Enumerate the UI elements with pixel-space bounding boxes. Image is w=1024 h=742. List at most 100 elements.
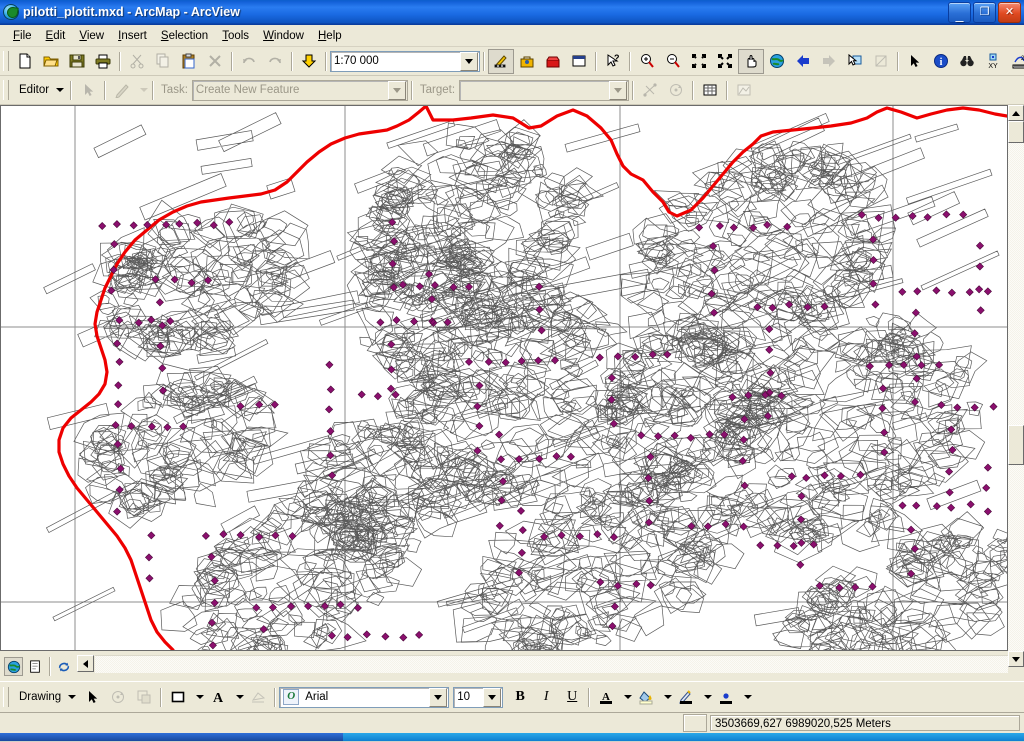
status-bar: 3503669,627 6989020,525 Meters bbox=[0, 712, 1024, 733]
marker-color-dropdown-button[interactable] bbox=[739, 685, 753, 710]
measure-icon[interactable]: 2 bbox=[1006, 49, 1024, 74]
menu-item-view[interactable]: View bbox=[72, 27, 111, 45]
rotate-element-icon[interactable] bbox=[105, 685, 131, 710]
task-combo[interactable]: Create New Feature bbox=[191, 79, 408, 101]
map-scale-combo[interactable]: 1:70 000 bbox=[330, 50, 480, 72]
bold-button[interactable]: B bbox=[507, 685, 533, 710]
menu-item-file[interactable]: File bbox=[6, 27, 39, 45]
zoom-out-icon[interactable] bbox=[660, 49, 686, 74]
print-icon[interactable] bbox=[90, 49, 116, 74]
back-extent-icon[interactable] bbox=[790, 49, 816, 74]
font-family-dropdown-button[interactable] bbox=[429, 687, 448, 707]
zoom-in-icon[interactable] bbox=[634, 49, 660, 74]
menu-item-tools[interactable]: Tools bbox=[215, 27, 256, 45]
font-family-combo[interactable]: O Arial bbox=[279, 686, 450, 708]
arctoolbox-icon[interactable] bbox=[514, 49, 540, 74]
layout-view-button[interactable] bbox=[25, 657, 44, 676]
fill-color-button[interactable] bbox=[633, 685, 659, 710]
data-frame[interactable] bbox=[0, 105, 1008, 651]
new-document-icon[interactable] bbox=[12, 49, 38, 74]
toolbar-grip[interactable] bbox=[3, 687, 9, 707]
map-scale-dropdown-button[interactable] bbox=[460, 51, 478, 71]
menu-item-selection[interactable]: Selection bbox=[154, 27, 215, 45]
sketch-tool-dropdown-button[interactable] bbox=[135, 78, 149, 103]
new-text-dropdown-button[interactable] bbox=[231, 685, 245, 710]
identify-icon[interactable]: i bbox=[928, 49, 954, 74]
drawing-menu-label: Drawing bbox=[19, 691, 62, 703]
line-color-dropdown-button[interactable] bbox=[699, 685, 713, 710]
open-folder-icon[interactable] bbox=[38, 49, 64, 74]
add-data-icon[interactable] bbox=[296, 49, 322, 74]
map-vertical-scrollbar[interactable] bbox=[1008, 105, 1024, 667]
vscroll-down-button[interactable] bbox=[1008, 651, 1024, 667]
fixed-zoom-in-icon[interactable] bbox=[686, 49, 712, 74]
forward-extent-icon[interactable] bbox=[816, 49, 842, 74]
redo-arrow-icon[interactable] bbox=[262, 49, 288, 74]
menu-item-insert[interactable]: Insert bbox=[111, 27, 154, 45]
font-color-button[interactable]: A bbox=[593, 685, 619, 710]
drawing-menu-button[interactable]: Drawing bbox=[12, 689, 79, 705]
find-binoculars-icon[interactable] bbox=[954, 49, 980, 74]
new-text-icon[interactable]: A bbox=[205, 685, 231, 710]
target-dropdown-button[interactable] bbox=[609, 80, 628, 100]
select-features-icon[interactable] bbox=[842, 49, 868, 74]
select-elements-icon[interactable] bbox=[902, 49, 928, 74]
font-size-combo[interactable]: 10 bbox=[453, 686, 504, 708]
full-extent-globe-icon[interactable] bbox=[764, 49, 790, 74]
group-elements-icon[interactable] bbox=[131, 685, 157, 710]
whats-this-help-icon[interactable]: ? bbox=[600, 49, 626, 74]
command-line-icon[interactable] bbox=[566, 49, 592, 74]
underline-button[interactable]: U bbox=[559, 685, 585, 710]
save-disk-icon[interactable] bbox=[64, 49, 90, 74]
split-tool-icon[interactable] bbox=[637, 78, 663, 103]
menu-item-help[interactable]: Help bbox=[311, 27, 349, 45]
data-view-button[interactable] bbox=[4, 657, 23, 676]
vscroll-up-button[interactable] bbox=[1008, 105, 1024, 121]
vscroll-track[interactable] bbox=[1008, 121, 1024, 651]
vscroll-thumb-top[interactable] bbox=[1008, 121, 1024, 143]
sketch-pencil-icon[interactable] bbox=[109, 78, 135, 103]
sketch-properties-icon[interactable] bbox=[731, 78, 757, 103]
fill-color-dropdown-button[interactable] bbox=[659, 685, 673, 710]
rotate-tool-icon[interactable] bbox=[663, 78, 689, 103]
delete-x-icon[interactable] bbox=[202, 49, 228, 74]
font-color-dropdown-button[interactable] bbox=[619, 685, 633, 710]
toolbox-red-icon[interactable] bbox=[540, 49, 566, 74]
line-color-button[interactable] bbox=[673, 685, 699, 710]
vscroll-thumb[interactable] bbox=[1008, 425, 1024, 465]
menu-item-window[interactable]: Window bbox=[256, 27, 311, 45]
target-combo[interactable] bbox=[459, 79, 630, 101]
nudge-icon[interactable] bbox=[245, 685, 271, 710]
paste-icon[interactable] bbox=[176, 49, 202, 74]
go-to-xy-icon[interactable]: XY bbox=[980, 49, 1006, 74]
editor-pencil-icon[interactable] bbox=[488, 48, 514, 74]
pan-hand-icon[interactable] bbox=[738, 48, 764, 74]
map-canvas[interactable] bbox=[1, 106, 1007, 650]
map-horizontal-scrollbar[interactable] bbox=[77, 655, 1008, 673]
clear-selection-icon[interactable] bbox=[868, 49, 894, 74]
font-size-dropdown-button[interactable] bbox=[483, 687, 502, 707]
hscroll-track[interactable] bbox=[95, 655, 1008, 673]
close-button[interactable]: ✕ bbox=[998, 2, 1021, 23]
menu-item-edit[interactable]: Edit bbox=[39, 27, 73, 45]
italic-button[interactable]: I bbox=[533, 685, 559, 710]
restore-button[interactable]: ❐ bbox=[973, 2, 996, 23]
task-dropdown-button[interactable] bbox=[387, 80, 406, 100]
select-elements-arrow-icon[interactable] bbox=[79, 685, 105, 710]
cut-scissors-icon[interactable] bbox=[124, 49, 150, 74]
edit-tool-arrow-icon[interactable] bbox=[75, 78, 101, 103]
attributes-table-icon[interactable] bbox=[697, 78, 723, 103]
editor-menu-label: Editor bbox=[19, 84, 50, 96]
toolbar-grip[interactable] bbox=[3, 51, 9, 71]
refresh-view-icon[interactable] bbox=[54, 657, 73, 676]
hscroll-left-button[interactable] bbox=[77, 655, 94, 672]
marker-color-button[interactable] bbox=[713, 685, 739, 710]
toolbar-grip[interactable] bbox=[3, 80, 9, 100]
copy-icon[interactable] bbox=[150, 49, 176, 74]
new-shape-dropdown-button[interactable] bbox=[191, 685, 205, 710]
undo-arrow-icon[interactable] bbox=[236, 49, 262, 74]
fixed-zoom-out-icon[interactable] bbox=[712, 49, 738, 74]
minimize-button[interactable]: _ bbox=[948, 2, 971, 23]
new-rectangle-icon[interactable] bbox=[165, 685, 191, 710]
editor-menu-button[interactable]: Editor bbox=[12, 82, 67, 98]
